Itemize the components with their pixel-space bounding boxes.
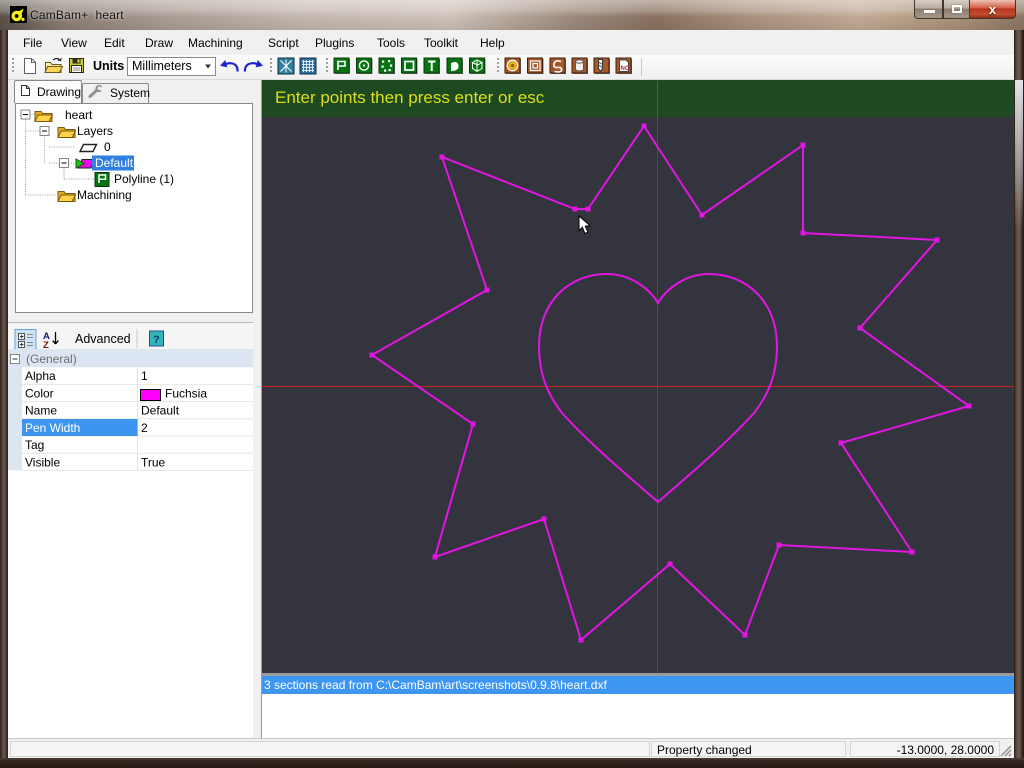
- svg-text:2: 2: [141, 421, 148, 435]
- svg-text:Tag: Tag: [25, 438, 44, 452]
- svg-text:heart: heart: [65, 108, 93, 122]
- svg-text:Millimeters: Millimeters: [132, 59, 192, 73]
- svg-text:Alpha: Alpha: [25, 369, 56, 383]
- svg-text:Layers: Layers: [77, 124, 113, 138]
- svg-text:True: True: [141, 456, 166, 470]
- svg-text:Default: Default: [141, 404, 180, 418]
- svg-text:(General): (General): [26, 352, 77, 366]
- svg-text:Units: Units: [93, 59, 124, 73]
- svg-text:Fuchsia: Fuchsia: [165, 387, 207, 401]
- svg-text:Machining: Machining: [77, 188, 132, 202]
- svg-text:Color: Color: [25, 387, 54, 401]
- svg-text:Name: Name: [25, 404, 57, 418]
- svg-text:Default: Default: [95, 156, 134, 170]
- svg-text:Visible: Visible: [25, 456, 60, 470]
- svg-text:NC: NC: [621, 66, 630, 72]
- svg-text:0: 0: [104, 140, 111, 154]
- svg-text:?: ?: [153, 334, 160, 346]
- svg-text:1: 1: [141, 369, 148, 383]
- svg-text:Pen Width: Pen Width: [25, 421, 80, 435]
- svg-text:Polyline (1): Polyline (1): [114, 172, 174, 186]
- svg-text:Advanced: Advanced: [75, 332, 131, 346]
